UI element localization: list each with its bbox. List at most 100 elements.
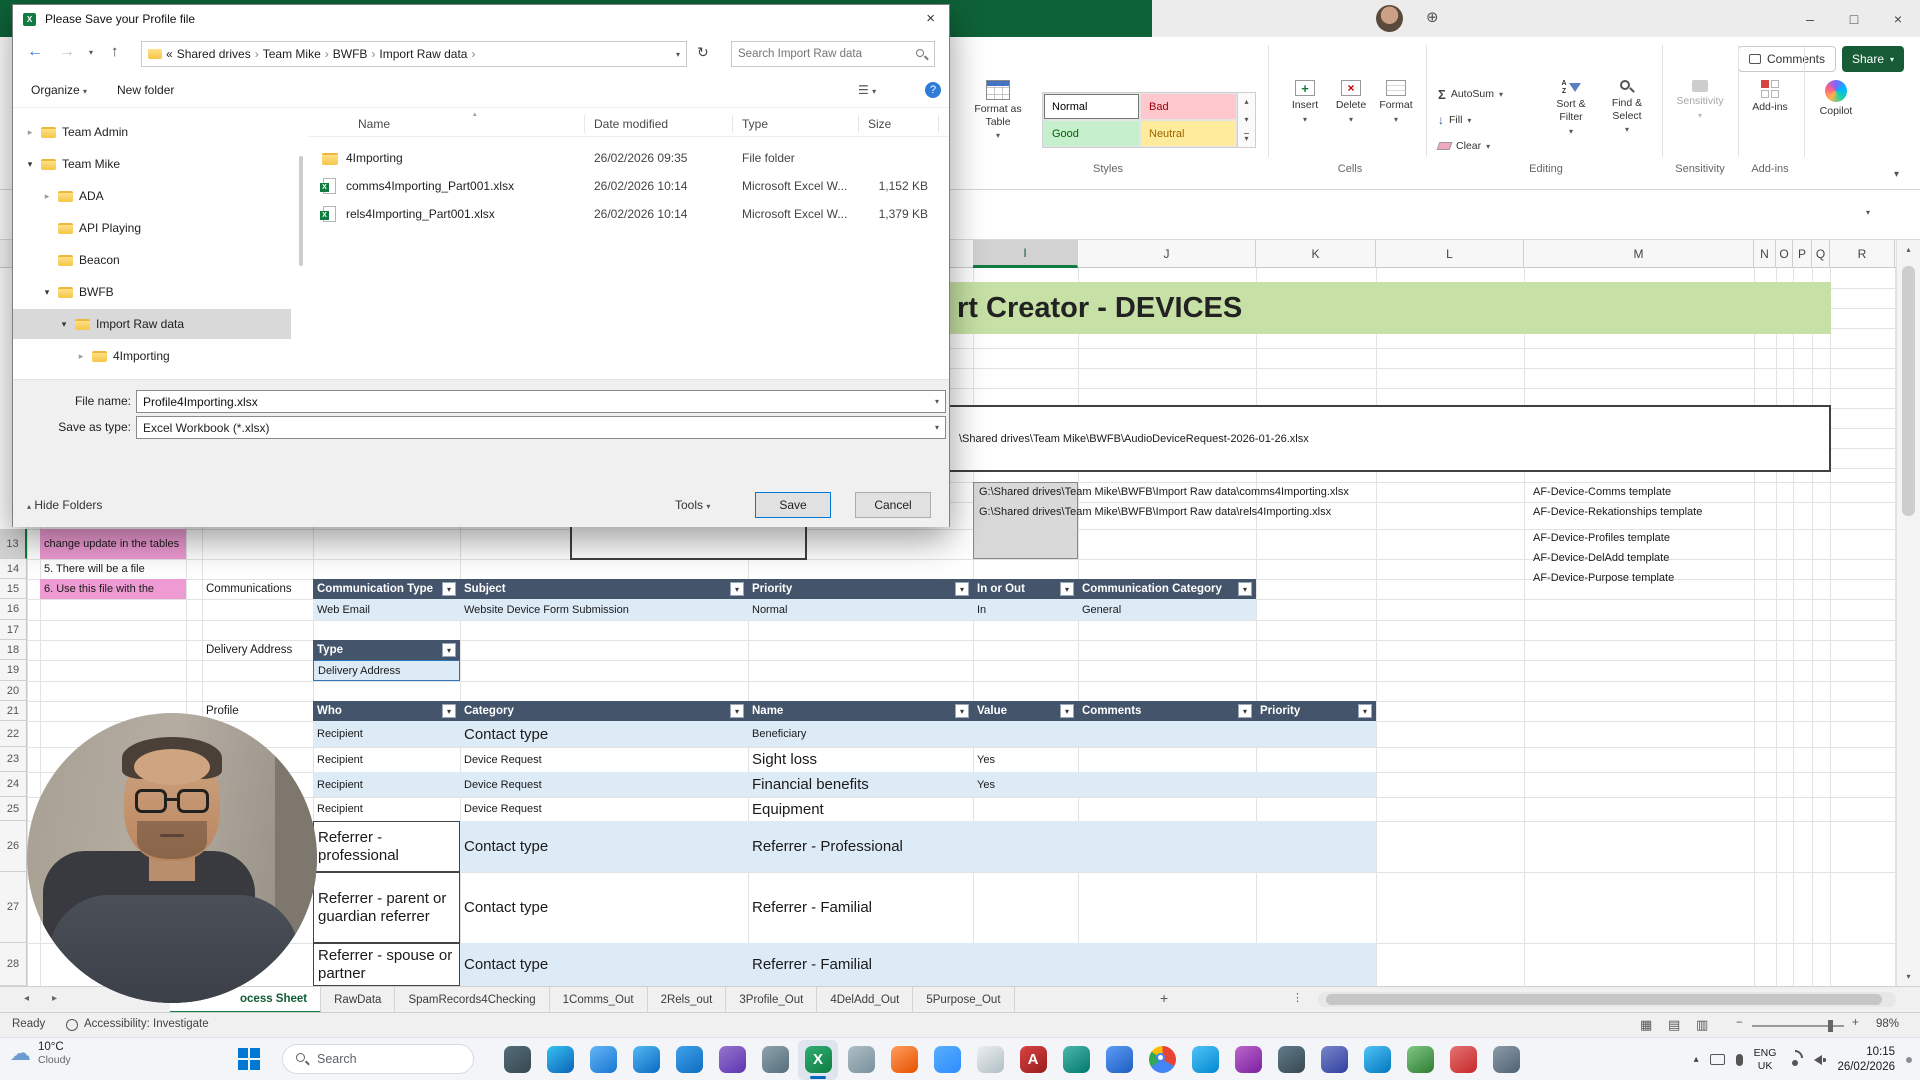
close-button[interactable]: × <box>1876 0 1920 37</box>
view-normal-icon[interactable]: ▦ <box>1640 1017 1652 1033</box>
grid-cell[interactable]: Equipment <box>748 797 973 821</box>
grid-cell[interactable]: Web Email <box>313 599 460 620</box>
status-accessibility[interactable]: Accessibility: Investigate <box>84 1018 209 1030</box>
column-header[interactable]: M <box>1524 240 1754 268</box>
gallery-down-icon[interactable]: ▾ <box>1244 115 1248 124</box>
taskbar-app-app-3[interactable] <box>583 1040 623 1080</box>
sheet-tab[interactable]: 1Comms_Out <box>550 987 648 1013</box>
grid-cell[interactable]: Device Request <box>460 747 748 772</box>
insert-cells-button[interactable]: + Insert▾ <box>1284 80 1326 124</box>
grid-cell[interactable]: Website Device Form Submission <box>460 599 748 620</box>
grid-cell[interactable]: General <box>1078 599 1256 620</box>
filter-button[interactable]: ▾ <box>1358 704 1372 718</box>
row-header[interactable]: 22 <box>0 721 27 747</box>
file-name-input[interactable] <box>137 395 929 409</box>
grid-cell[interactable]: Referrer - parent or guardian referrer <box>313 872 460 943</box>
grid-cell[interactable]: Recipient <box>313 772 460 797</box>
grid-cell[interactable]: Device Request <box>460 772 748 797</box>
taskbar-app-edge[interactable] <box>540 1040 580 1080</box>
table-header-cell[interactable]: Communication Type▾ <box>313 579 460 599</box>
grid-cell[interactable]: Recipient <box>313 721 460 747</box>
new-folder-button[interactable]: New folder <box>117 83 174 97</box>
row-header[interactable]: 14 <box>0 559 27 579</box>
grid-cell[interactable]: Beneficiary <box>748 721 973 747</box>
grid-cell[interactable]: Contact type <box>460 872 748 943</box>
taskbar-app-app-7[interactable] <box>755 1040 795 1080</box>
tree-item-ada[interactable]: ▸ADA <box>13 181 291 211</box>
zoom-slider-thumb[interactable] <box>1828 1020 1833 1032</box>
filter-button[interactable]: ▾ <box>1238 582 1252 596</box>
fill-button[interactable]: ↓ Fill▾ <box>1438 109 1471 131</box>
grid-cell[interactable]: Referrer - Professional <box>748 821 973 872</box>
autosum-button[interactable]: Σ AutoSum▾ <box>1438 83 1503 105</box>
refresh-icon[interactable]: ↻ <box>697 44 709 61</box>
format-cells-button[interactable]: Format▾ <box>1374 80 1418 124</box>
hide-folders-button[interactable]: ▴ Hide Folders <box>27 498 102 512</box>
row-header[interactable]: 16 <box>0 599 27 620</box>
scroll-thumb[interactable] <box>1902 266 1915 516</box>
save-button[interactable]: Save <box>755 492 831 518</box>
cancel-button[interactable]: Cancel <box>855 492 931 518</box>
weather-widget[interactable]: ☁ 10°C Cloudy <box>10 1040 71 1068</box>
find-select-button[interactable]: Find & Select▾ <box>1600 80 1654 135</box>
grid-cell[interactable]: Delivery Address <box>313 660 460 681</box>
view-mode-icon[interactable]: ☰ ▾ <box>858 83 876 97</box>
view-page-layout-icon[interactable]: ▤ <box>1668 1017 1680 1033</box>
tree-item-team-admin[interactable]: ▸Team Admin <box>13 117 291 147</box>
globe-icon[interactable]: ⊕ <box>1426 8 1439 26</box>
addins-button[interactable]: Add-ins <box>1744 80 1796 114</box>
column-header[interactable]: J <box>1078 240 1256 268</box>
chevron-collapsed-icon[interactable]: ▸ <box>23 127 37 138</box>
sheet-tab[interactable]: 4DelAdd_Out <box>817 987 913 1013</box>
grid-cell[interactable]: Recipient <box>313 747 460 772</box>
column-header-size[interactable]: Size <box>868 117 891 131</box>
tree-item-import-raw-data[interactable]: ▾Import Raw data <box>13 309 291 339</box>
column-header[interactable]: I <box>973 240 1078 268</box>
tree-item-bwfb[interactable]: ▾BWFB <box>13 277 291 307</box>
table-header-cell[interactable]: Name▾ <box>748 701 973 721</box>
taskbar-app-app-21[interactable] <box>1357 1040 1397 1080</box>
column-header-date[interactable]: Date modified <box>594 117 668 131</box>
start-button[interactable] <box>238 1048 260 1070</box>
taskbar-app-app-10[interactable] <box>884 1040 924 1080</box>
taskbar-app-excel[interactable]: X <box>798 1040 838 1080</box>
taskbar-app-app-17[interactable] <box>1185 1040 1225 1080</box>
language-indicator[interactable]: ENG UK <box>1754 1047 1777 1071</box>
sort-filter-button[interactable]: AZ Sort & Filter▾ <box>1544 80 1598 136</box>
up-icon[interactable]: ↑ <box>111 43 119 60</box>
filter-button[interactable]: ▾ <box>730 704 744 718</box>
breadcrumb-dropdown-icon[interactable]: ▾ <box>676 50 680 59</box>
search-input[interactable] <box>738 48 915 60</box>
file-row-excel[interactable]: Xrels4Importing_Part001.xlsx26/02/2026 1… <box>308 200 949 228</box>
vertical-scrollbar[interactable]: ▴ ▾ <box>1896 240 1920 986</box>
column-separator[interactable] <box>584 115 585 133</box>
grid-cell[interactable]: Yes <box>973 747 1078 772</box>
wifi-icon[interactable] <box>1787 1054 1803 1066</box>
grid-cell[interactable]: Contact type <box>460 943 748 986</box>
style-neutral[interactable]: Neutral <box>1140 120 1237 147</box>
gallery-up-icon[interactable]: ▴ <box>1244 97 1248 106</box>
grid-cell[interactable]: Yes <box>973 772 1078 797</box>
zoom-level[interactable]: 98% <box>1876 1018 1899 1030</box>
row-header[interactable]: 18 <box>0 640 27 660</box>
template-name[interactable]: AF-Device-Comms template <box>1529 482 1759 502</box>
cell-styles-gallery[interactable]: Normal Bad Good Neutral <box>1042 92 1238 148</box>
breadcrumb-item[interactable]: Import Raw data <box>379 47 467 61</box>
grid-cell[interactable]: Device Request <box>460 797 748 821</box>
ribbon-collapse-icon[interactable]: ▾ <box>1894 169 1899 180</box>
clock[interactable]: 10:15 26/02/2026 <box>1837 1045 1895 1075</box>
row-header[interactable]: 17 <box>0 620 27 640</box>
taskbar-app-outlook[interactable] <box>669 1040 709 1080</box>
row-header[interactable]: 24 <box>0 772 27 797</box>
filter-button[interactable]: ▾ <box>955 704 969 718</box>
zoom-in-button[interactable]: + <box>1852 1017 1859 1029</box>
zoom-out-button[interactable]: − <box>1736 1017 1743 1029</box>
column-separator[interactable] <box>732 115 733 133</box>
template-name[interactable]: AF-Device-Profiles template <box>1529 528 1759 548</box>
column-header[interactable]: N <box>1754 240 1776 268</box>
volume-icon[interactable] <box>1814 1055 1826 1065</box>
chevron-down-icon[interactable]: ▾ <box>929 397 945 406</box>
tree-item-4importing[interactable]: ▸4Importing <box>13 341 291 371</box>
tree-scrollbar[interactable] <box>297 108 305 379</box>
sheet-tab[interactable]: RawData <box>321 987 395 1013</box>
